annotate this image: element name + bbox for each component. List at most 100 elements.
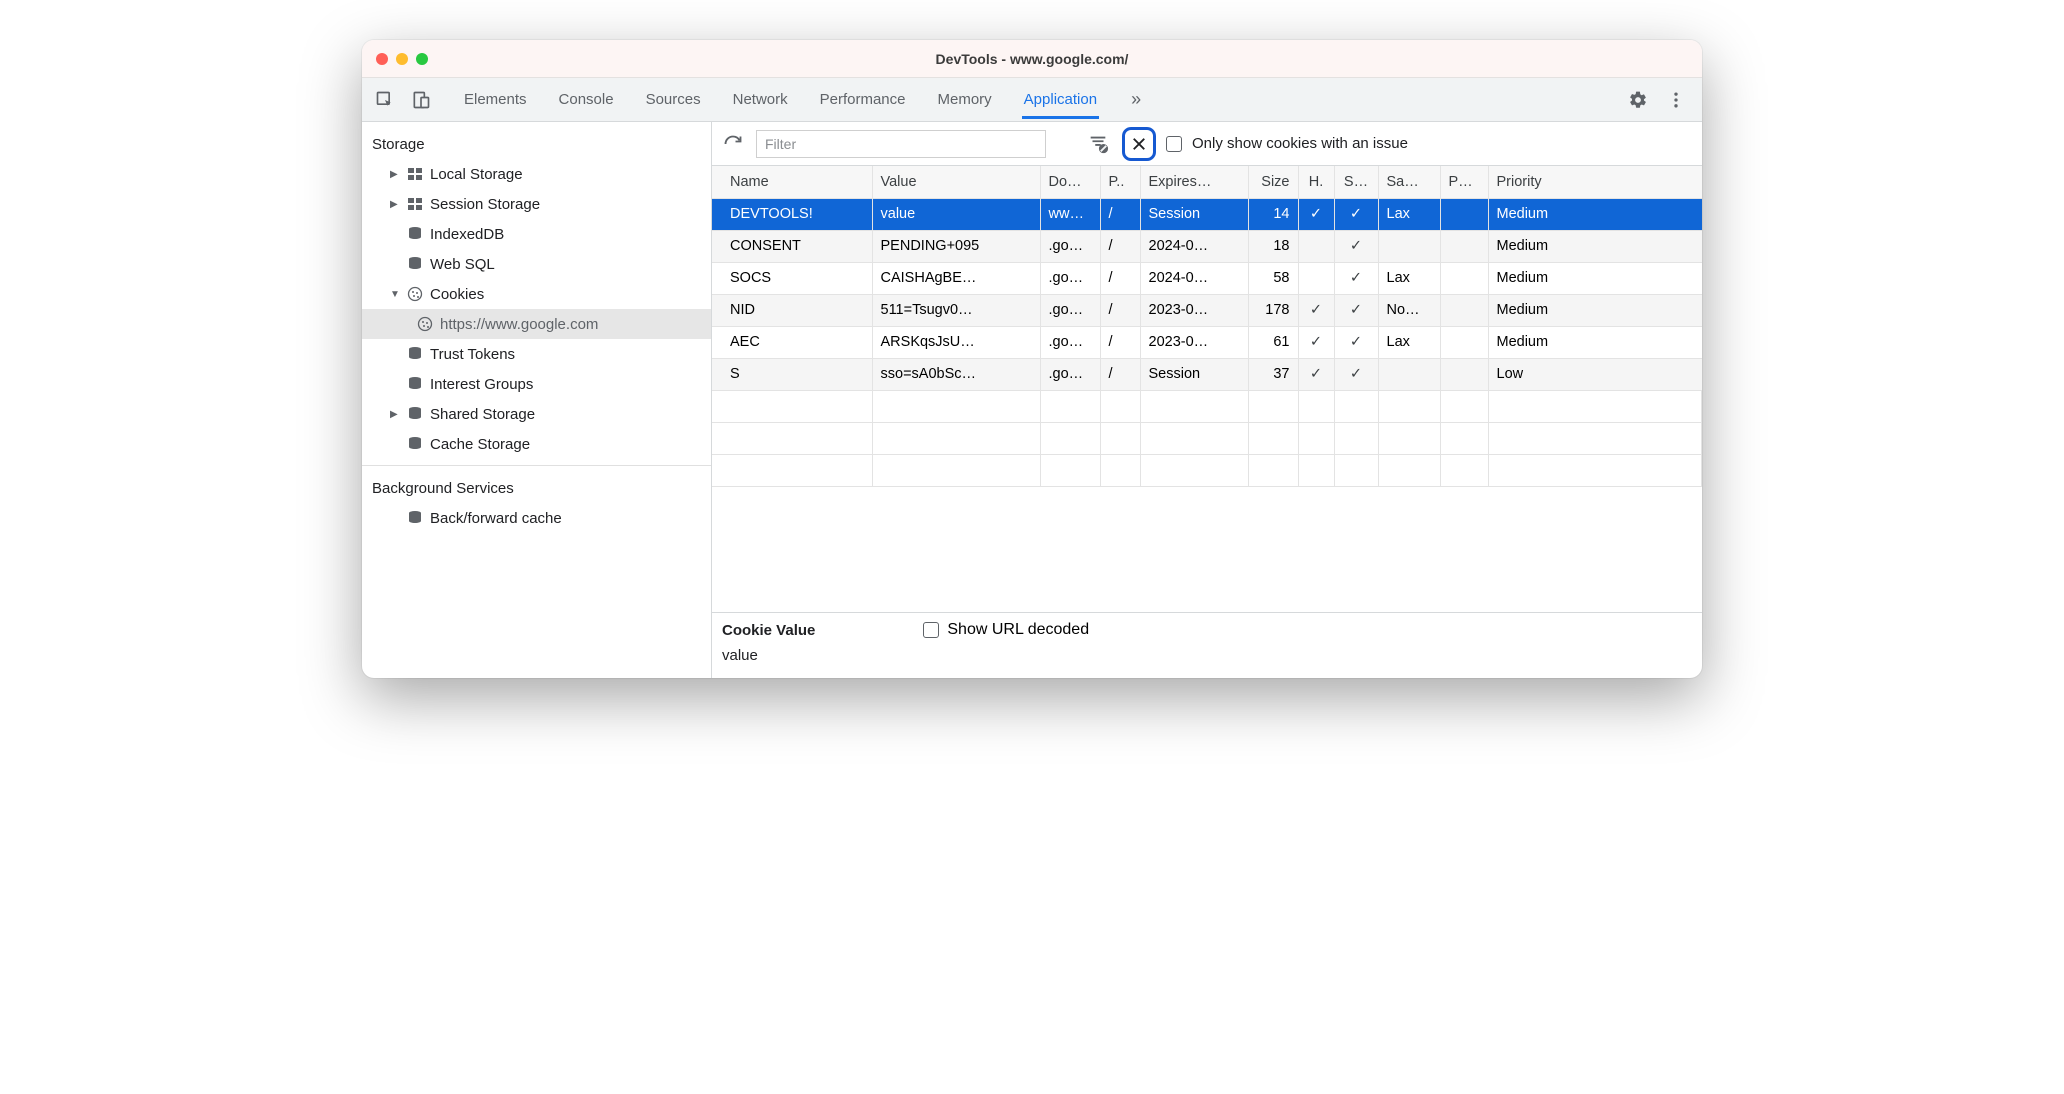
cell: 178 [1248,294,1298,326]
sidebar-item-cookie-origin[interactable]: https://www.google.com [362,309,711,339]
tab-console[interactable]: Console [557,80,616,119]
table-row[interactable]: DEVTOOLS!valueww…/Session14✓✓LaxMedium [712,198,1702,230]
filterbar: Only show cookies with an issue [712,122,1702,166]
storage-grid-icon [406,195,424,213]
sidebar-item-cookies[interactable]: ▼ Cookies [362,279,711,309]
col-expires[interactable]: Expires… [1140,166,1248,198]
sidebar: Storage ▶ Local Storage ▶ Session Storag… [362,122,712,678]
col-priority[interactable]: Priority [1488,166,1702,198]
tab-memory[interactable]: Memory [936,80,994,119]
devtools-window: DevTools - www.google.com/ Elements Cons… [362,40,1702,678]
sidebar-item-local-storage[interactable]: ▶ Local Storage [362,159,711,189]
col-path[interactable]: P.. [1100,166,1140,198]
tab-sources[interactable]: Sources [644,80,703,119]
sidebar-item-shared-storage[interactable]: ▶ Shared Storage [362,399,711,429]
cell: 58 [1248,262,1298,294]
tab-elements[interactable]: Elements [462,80,529,119]
filter-input[interactable] [756,130,1046,158]
col-name[interactable]: Name [712,166,872,198]
cell: Medium [1488,294,1702,326]
sidebar-item-trust-tokens[interactable]: Trust Tokens [362,339,711,369]
background-services-title: Background Services [362,472,711,503]
col-samesite[interactable]: Sa… [1378,166,1440,198]
inspect-element-icon[interactable] [372,87,398,113]
sidebar-item-session-storage[interactable]: ▶ Session Storage [362,189,711,219]
refresh-button[interactable] [720,131,746,157]
close-window-button[interactable] [376,53,388,65]
cell [1440,230,1488,262]
database-icon [406,509,424,527]
cookie-icon [416,315,434,333]
tab-performance[interactable]: Performance [818,80,908,119]
cell: Lax [1378,326,1440,358]
tabs-overflow-button[interactable]: » [1127,89,1145,110]
sidebar-item-cache-storage[interactable]: Cache Storage [362,429,711,459]
cell: ✓ [1334,326,1378,358]
tabbar: Elements Console Sources Network Perform… [362,78,1702,122]
table-header-row: Name Value Do… P.. Expires… Size H. S… S… [712,166,1702,198]
table-row[interactable]: SOCSCAISHAgBE….go…/2024-0…58✓LaxMedium [712,262,1702,294]
sidebar-item-interest-groups[interactable]: Interest Groups [362,369,711,399]
table-row[interactable]: CONSENTPENDING+095.go…/2024-0…18✓Medium [712,230,1702,262]
minimize-window-button[interactable] [396,53,408,65]
sidebar-item-websql[interactable]: Web SQL [362,249,711,279]
col-partition[interactable]: P… [1440,166,1488,198]
clear-all-button[interactable] [1122,127,1156,161]
cell: 14 [1248,198,1298,230]
database-icon [406,405,424,423]
issue-checkbox[interactable] [1166,136,1182,152]
cell [1440,262,1488,294]
cell [1298,230,1334,262]
cell: PENDING+095 [872,230,1040,262]
cell: / [1100,198,1140,230]
table-row[interactable]: NID511=Tsugv0….go…/2023-0…178✓✓No…Medium [712,294,1702,326]
storage-section-title: Storage [362,128,711,159]
table-row[interactable]: AECARSKqsJsU….go…/2023-0…61✓✓LaxMedium [712,326,1702,358]
cell: / [1100,358,1140,390]
col-size[interactable]: Size [1248,166,1298,198]
cell: S [712,358,872,390]
tab-network[interactable]: Network [731,80,790,119]
cell [1440,326,1488,358]
tabbar-right-tools [1628,90,1692,110]
col-secure[interactable]: S… [1334,166,1378,198]
sidebar-item-label: https://www.google.com [440,316,598,333]
cell: .go… [1040,230,1100,262]
sidebar-item-indexeddb[interactable]: IndexedDB [362,219,711,249]
clear-filter-icon[interactable] [1084,130,1112,158]
col-httponly[interactable]: H. [1298,166,1334,198]
sidebar-item-label: IndexedDB [430,226,504,243]
cell [1378,230,1440,262]
cell: ✓ [1334,294,1378,326]
cell: .go… [1040,326,1100,358]
cell: ww… [1040,198,1100,230]
body-split: Storage ▶ Local Storage ▶ Session Storag… [362,122,1702,678]
sidebar-item-label: Local Storage [430,166,523,183]
sidebar-item-bfcache[interactable]: Back/forward cache [362,503,711,533]
issue-checkbox-label: Only show cookies with an issue [1192,135,1408,152]
cell: Lax [1378,262,1440,294]
cell: .go… [1040,294,1100,326]
cell [1440,358,1488,390]
database-icon [406,345,424,363]
cell [1298,262,1334,294]
zoom-window-button[interactable] [416,53,428,65]
cell: 18 [1248,230,1298,262]
tab-application[interactable]: Application [1022,80,1099,119]
more-menu-icon[interactable] [1666,90,1686,110]
col-domain[interactable]: Do… [1040,166,1100,198]
settings-gear-icon[interactable] [1628,90,1648,110]
cell: 2023-0… [1140,326,1248,358]
table-row-empty [712,454,1702,486]
cell: Lax [1378,198,1440,230]
cell: / [1100,326,1140,358]
url-decoded-checkbox[interactable] [923,622,939,638]
col-value[interactable]: Value [872,166,1040,198]
cell: / [1100,262,1140,294]
cell: DEVTOOLS! [712,198,872,230]
table-row[interactable]: Ssso=sA0bSc….go…/Session37✓✓Low [712,358,1702,390]
cell: ✓ [1298,358,1334,390]
sidebar-item-label: Shared Storage [430,406,535,423]
device-toggle-icon[interactable] [408,87,434,113]
cell: SOCS [712,262,872,294]
